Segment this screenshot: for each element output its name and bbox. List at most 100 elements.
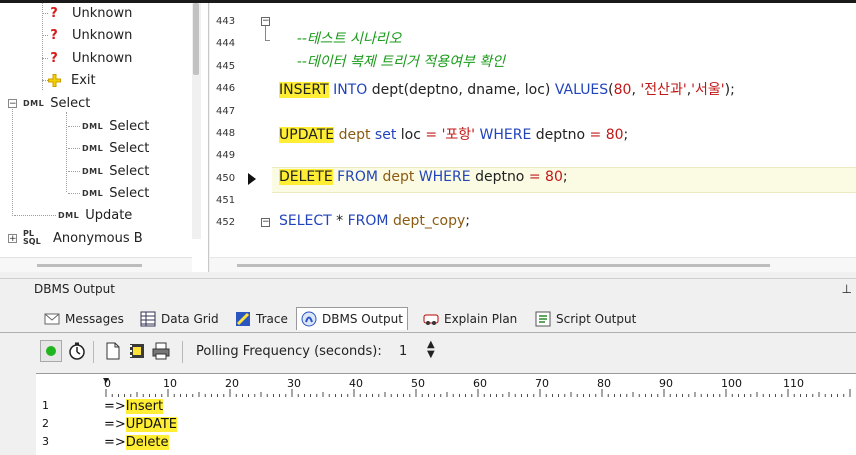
output-prefix: =>	[104, 399, 126, 414]
output-row[interactable]: 2 =>UPDATE	[36, 417, 856, 435]
tree-item-exit[interactable]: Exit	[42, 70, 96, 90]
new-page-icon	[106, 342, 120, 360]
messages-icon	[44, 313, 60, 325]
polling-timer-button[interactable]	[66, 340, 88, 362]
sql-text: ,	[631, 82, 636, 98]
toolbar-separator	[182, 341, 183, 363]
tree-item-select[interactable]: DML Select	[68, 183, 150, 203]
line-number: 450	[216, 173, 236, 184]
code-line-450[interactable]: DELETE FROM dept WHERE deptno = 80;	[279, 169, 568, 185]
tab-label: Trace	[256, 312, 288, 326]
tab-explain-plan[interactable]: Explain Plan	[423, 308, 517, 330]
tree-item-select-group[interactable]: − DML Select	[8, 93, 90, 113]
tab-dbms-output[interactable]: DBMS Output	[296, 307, 408, 330]
sql-editor[interactable]: 443 444 445 446 447 448 449 450 451 452 …	[210, 3, 856, 272]
sql-text: ;	[562, 169, 568, 185]
scrollbar-thumb[interactable]	[37, 264, 142, 267]
tree-item-label: Update	[85, 207, 133, 223]
plsql-icon: PL SQL	[23, 229, 41, 246]
tree-item-label: Select	[109, 140, 150, 156]
sql-operator: =	[528, 169, 541, 185]
green-dot-icon	[46, 346, 56, 356]
scrollbar-thumb[interactable]	[193, 3, 199, 75]
fold-collapse-icon[interactable]: −	[261, 218, 270, 227]
tree-item-label: Unknown	[72, 50, 133, 66]
output-enabled-button[interactable]	[40, 340, 62, 362]
object-tree[interactable]: ? Unknown ? Unknown ? Unknown Exit − DML…	[0, 3, 209, 272]
scrollbar-thumb[interactable]	[237, 264, 770, 267]
tab-trace[interactable]: Trace	[235, 308, 288, 330]
tree-item-unknown[interactable]: ? Unknown	[42, 3, 133, 23]
tree-connector	[66, 112, 68, 192]
collapse-icon[interactable]: −	[8, 98, 17, 108]
tree-vertical-scrollbar[interactable]	[192, 3, 201, 239]
tree-horizontal-scrollbar[interactable]	[0, 257, 192, 272]
sql-text: );	[724, 82, 735, 98]
output-line-number: 1	[42, 399, 49, 412]
dbms-output-area[interactable]: 0 10 20 30 40 50 60 70 80 90 100 110 1 =…	[36, 373, 856, 455]
keyword-values: VALUES	[554, 82, 609, 98]
code-line-448[interactable]: UPDATE dept set loc = '포항' WHERE deptno …	[279, 124, 628, 144]
tree-item-select[interactable]: DML Select	[68, 116, 149, 136]
sql-table: dept_copy	[392, 213, 466, 229]
line-number: 444	[216, 38, 236, 49]
ruler-label: 0	[104, 377, 111, 390]
print-button[interactable]	[150, 340, 172, 362]
polling-frequency-input[interactable]: 1	[399, 344, 407, 359]
keyword-from: FROM	[347, 213, 389, 229]
stopwatch-icon	[69, 342, 85, 360]
panel-title: DBMS Output	[34, 282, 115, 296]
current-statement-arrow-icon	[248, 173, 256, 185]
sql-number: 80	[545, 169, 563, 185]
sql-table: dept	[382, 169, 415, 185]
tree-item-label: Unknown	[72, 27, 133, 43]
ruler-label: 30	[287, 377, 301, 390]
tree-item-anonymous-block[interactable]: + PL SQL Anonymous B	[8, 228, 143, 248]
code-line-446[interactable]: INSERT INTO dept(deptno, dname, loc) VAL…	[279, 79, 735, 99]
tab-data-grid[interactable]: Data Grid	[140, 308, 219, 330]
tree-connector	[12, 106, 14, 216]
tab-messages[interactable]: Messages	[44, 308, 124, 330]
dml-icon: DML	[82, 188, 104, 198]
tree-item-unknown[interactable]: ? Unknown	[42, 48, 133, 68]
tree-item-select[interactable]: DML Select	[68, 138, 150, 158]
tree-item-select[interactable]: DML Select	[68, 161, 150, 181]
tree-item-label: Select	[109, 185, 150, 201]
keyword-select: SELECT	[279, 213, 332, 229]
ruler-label: 20	[225, 377, 239, 390]
line-number: 449	[216, 150, 236, 161]
fold-collapse-icon[interactable]: −	[261, 17, 270, 26]
tree-item-label: Unknown	[72, 5, 133, 21]
keyword-from: FROM	[337, 169, 379, 185]
dbms-output-toolbar: Polling Frequency (seconds): 1 ▲ ▼	[36, 336, 856, 370]
save-output-button[interactable]	[126, 340, 148, 362]
tree-item-label: Exit	[71, 72, 96, 88]
tab-label: Data Grid	[161, 312, 219, 326]
output-row[interactable]: 1 =>Insert	[36, 399, 856, 417]
line-number: 452	[216, 217, 236, 228]
tab-script-output[interactable]: Script Output	[535, 308, 636, 330]
output-row[interactable]: 3 =>Delete	[36, 435, 856, 453]
ruler-label: 100	[721, 377, 742, 390]
keyword-update: UPDATE	[279, 127, 335, 143]
tab-label: Messages	[65, 312, 124, 326]
dml-icon: DML	[58, 210, 80, 220]
sql-text: ;	[623, 127, 629, 143]
editor-horizontal-scrollbar[interactable]	[210, 257, 856, 272]
tree-item-update[interactable]: DML Update	[14, 205, 133, 225]
line-number: 451	[216, 195, 236, 206]
pin-icon[interactable]: ⊥	[842, 282, 852, 296]
tree-item-label: Select	[109, 163, 150, 179]
polling-frequency-spinner[interactable]: ▲ ▼	[427, 340, 435, 360]
dml-icon: DML	[82, 143, 104, 153]
ruler-label: 70	[535, 377, 549, 390]
dbms-output-icon	[301, 311, 317, 327]
sql-table: dept	[338, 127, 371, 143]
tree-item-unknown[interactable]: ? Unknown	[42, 25, 133, 45]
code-line-452[interactable]: SELECT * FROM dept_copy;	[279, 213, 470, 229]
expand-icon[interactable]: +	[8, 233, 17, 243]
data-grid-icon	[140, 311, 156, 327]
clear-output-button[interactable]	[102, 340, 124, 362]
ruler-label: 10	[163, 377, 177, 390]
save-film-icon	[130, 344, 144, 358]
